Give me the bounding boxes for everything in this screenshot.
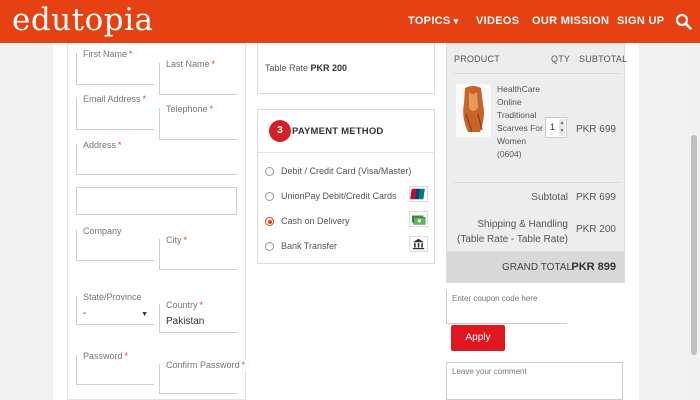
coupon-placeholder: Enter coupon code here bbox=[452, 294, 538, 303]
payment-option-cash-on-delivery[interactable]: Cash on Delivery bbox=[281, 216, 350, 226]
radio-bank-transfer[interactable] bbox=[265, 242, 274, 251]
grand-total-row: GRAND TOTAL PKR 899 bbox=[447, 251, 624, 283]
scrollbar-thumb[interactable] bbox=[691, 135, 697, 355]
cash-icon bbox=[409, 211, 428, 227]
email-field[interactable]: Email Address * bbox=[76, 94, 154, 130]
top-navigation-bar: edutopia TOPICS ▾ VIDEOS OUR MISSION SIGN… bbox=[0, 0, 700, 43]
shipping-rate-label: Table Rate bbox=[265, 63, 309, 73]
nav-videos[interactable]: VIDEOS bbox=[476, 15, 519, 27]
grand-total-value: PKR 899 bbox=[571, 261, 616, 273]
billing-address-column: First Name * Last Name * Email Address * Te… bbox=[67, 43, 248, 400]
chevron-down-icon: ▾ bbox=[453, 16, 459, 26]
divider bbox=[453, 73, 620, 74]
column-header-qty: QTY bbox=[551, 54, 571, 64]
dropdown-caret-icon: ▼ bbox=[141, 311, 148, 318]
divider bbox=[453, 182, 620, 183]
product-thumbnail[interactable] bbox=[456, 84, 491, 137]
telephone-field[interactable]: Telephone * bbox=[159, 104, 237, 140]
shipping-rate-text: Table Rate PKR 200 bbox=[265, 63, 347, 73]
address-field[interactable]: Address * bbox=[76, 140, 237, 175]
coupon-code-input[interactable]: Enter coupon code here bbox=[446, 290, 567, 324]
city-label: City * bbox=[164, 235, 190, 245]
shipping-handling-label: Shipping & Handling (Table Rate - Table … bbox=[457, 219, 568, 245]
subtotal-label: Subtotal bbox=[531, 192, 568, 203]
comment-textarea[interactable]: Leave your comment bbox=[446, 362, 623, 400]
country-value: Pakistan bbox=[166, 316, 205, 327]
email-label: Email Address * bbox=[81, 94, 149, 104]
company-label: Company bbox=[81, 226, 124, 236]
last-name-field[interactable]: Last Name * bbox=[159, 59, 237, 95]
item-subtotal: PKR 699 bbox=[575, 124, 616, 135]
first-name-field[interactable]: First Name * bbox=[76, 49, 154, 85]
subtotal-value: PKR 699 bbox=[575, 192, 616, 203]
shipping-handling-value: PKR 200 bbox=[575, 224, 616, 235]
address-label: Address * bbox=[81, 140, 124, 150]
password-label: Password * bbox=[81, 351, 131, 361]
confirm-password-label: Confirm Password * bbox=[164, 360, 248, 370]
last-name-label: Last Name * bbox=[164, 59, 218, 69]
edutopia-logo[interactable]: edutopia bbox=[12, 2, 154, 38]
nav-our-mission[interactable]: OUR MISSION bbox=[532, 15, 609, 27]
divider bbox=[258, 152, 434, 153]
shipping-rate-amount: PKR 200 bbox=[310, 63, 348, 73]
radio-card[interactable] bbox=[265, 167, 274, 176]
country-label: Country * bbox=[164, 300, 206, 310]
grand-total-label: GRAND TOTAL bbox=[501, 262, 572, 273]
confirm-password-field[interactable]: Confirm Password * bbox=[159, 360, 248, 394]
search-icon[interactable] bbox=[675, 13, 692, 30]
radio-cash-on-delivery[interactable] bbox=[265, 217, 274, 226]
radio-unionpay[interactable] bbox=[265, 192, 274, 201]
payment-option-card[interactable]: Debit / Credit Card (Visa/Master) bbox=[281, 166, 411, 176]
payment-option-unionpay[interactable]: UnionPay Debit/Credit Cards bbox=[281, 191, 397, 201]
quantity-spin-buttons[interactable]: ▲ ▼ bbox=[559, 119, 565, 136]
order-summary: PRODUCT QTY SUBTOTAL HealthCare Online T… bbox=[446, 43, 628, 283]
state-province-label: State/Province bbox=[81, 292, 144, 302]
telephone-label: Telephone * bbox=[164, 104, 216, 114]
step-number-badge: 3 bbox=[269, 120, 291, 142]
state-province-select[interactable]: State/Province - ▼ bbox=[76, 292, 154, 325]
state-province-value: - bbox=[83, 308, 87, 319]
payment-method-title: PAYMENT METHOD bbox=[292, 126, 384, 137]
country-select[interactable]: Country * Pakistan bbox=[159, 300, 237, 333]
quantity-value: 1 bbox=[550, 122, 556, 132]
nav-topics[interactable]: TOPICS ▾ bbox=[408, 15, 458, 27]
unionpay-icon bbox=[409, 186, 428, 202]
address-line-2-field[interactable] bbox=[76, 187, 237, 215]
company-field[interactable]: Company bbox=[76, 226, 154, 261]
nav-sign-up[interactable]: SIGN UP bbox=[617, 15, 664, 27]
apply-coupon-button[interactable]: Apply bbox=[451, 325, 505, 351]
payment-method-panel: 3 PAYMENT METHOD Debit / Credit Card (Vi… bbox=[257, 109, 435, 264]
password-field[interactable]: Password * bbox=[76, 351, 154, 385]
comment-placeholder: Leave your comment bbox=[452, 367, 527, 376]
city-field[interactable]: City * bbox=[159, 235, 237, 270]
bank-icon bbox=[409, 236, 428, 252]
nav-topics-label: TOPICS bbox=[408, 15, 451, 27]
column-header-subtotal: SUBTOTAL bbox=[579, 54, 628, 64]
column-header-product: PRODUCT bbox=[454, 54, 500, 64]
payment-option-bank-transfer[interactable]: Bank Transfer bbox=[281, 241, 337, 251]
first-name-label: First Name * bbox=[81, 49, 135, 59]
shipping-method-panel: Table Rate PKR 200 bbox=[257, 43, 435, 94]
quantity-stepper[interactable]: 1 ▲ ▼ bbox=[545, 117, 567, 138]
product-name[interactable]: HealthCare Online Traditional Scarves Fo… bbox=[497, 83, 549, 161]
